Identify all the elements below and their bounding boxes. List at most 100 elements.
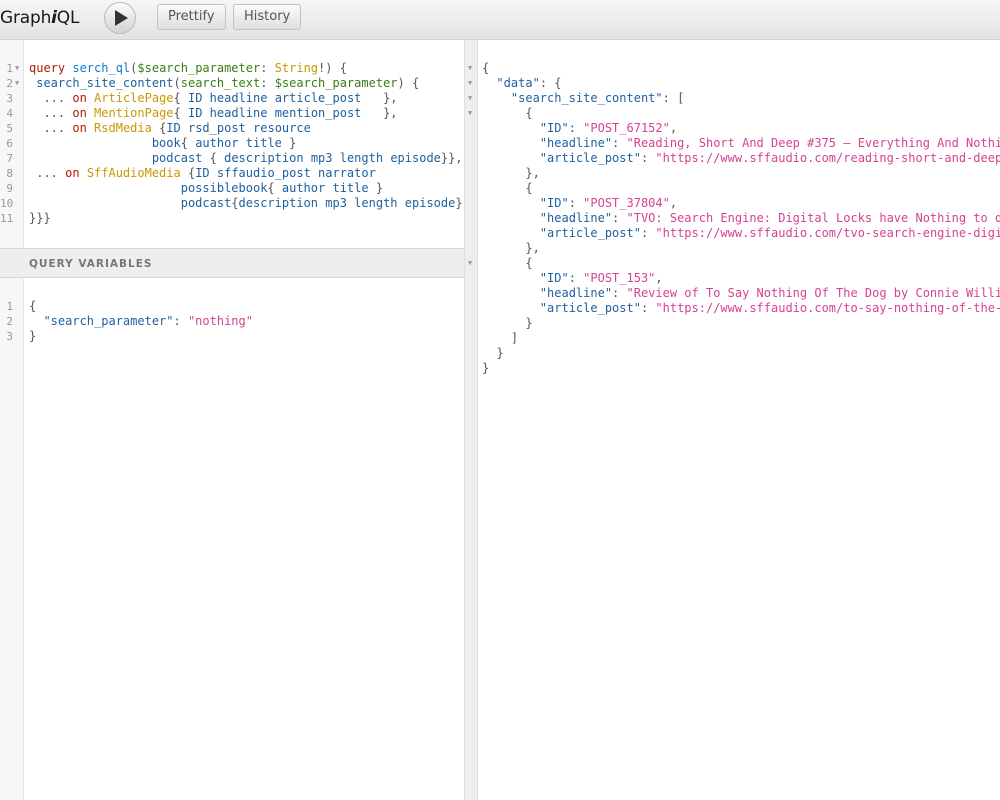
fold-arrow-icon[interactable]: ▼ <box>15 76 19 91</box>
query-variables-header[interactable]: QUERY VARIABLES <box>0 248 464 278</box>
code-token: : <box>612 286 627 300</box>
code-text: podcast { description mp3 length episode… <box>29 151 463 166</box>
variables-editor[interactable]: 1{2 "search_parameter": "nothing" 3} <box>0 299 465 344</box>
code-token: title <box>332 181 369 195</box>
fold-arrow-icon[interactable]: ▼ <box>468 259 472 267</box>
code-line: 2 ▼ search_site_content(search_text: $sea… <box>0 76 465 91</box>
line-number: 3 <box>6 92 13 105</box>
code-token: "ID" <box>539 121 569 135</box>
code-token: : <box>173 314 188 328</box>
query-editor[interactable]: 1 ▼ query serch_ql($search_parameter: Stri… <box>0 61 465 247</box>
code-token: { <box>29 299 37 313</box>
code-text: }}} <box>29 211 51 226</box>
code-token: "search_parameter" <box>43 314 174 328</box>
code-text: } <box>29 329 36 344</box>
line-number: 2 <box>6 77 13 90</box>
code-token: { <box>202 151 225 165</box>
code-token: , <box>669 196 678 210</box>
code-token: $search_parameter <box>137 61 261 75</box>
result-line: "article_post": "https://www.sffaudio.co… <box>482 226 1000 241</box>
fold-arrow-icon[interactable]: ▼ <box>468 79 472 87</box>
code-token: ID <box>187 91 203 105</box>
fold-arrow-icon[interactable]: ▼ <box>15 61 19 76</box>
code-token: !) { <box>318 61 347 75</box>
code-token: "headline" <box>539 136 613 150</box>
code-token: { <box>180 166 196 180</box>
result-line: }, <box>482 166 1000 181</box>
line-number: 2 <box>6 315 13 328</box>
fold-arrow-icon[interactable]: ▼ <box>468 109 472 117</box>
code-text: ... on MentionPage{ ID headline mention_… <box>29 106 397 121</box>
code-token: sffaudio_post <box>216 166 311 180</box>
result-viewer: { "data": { "search_site_content": [ { "… <box>482 61 1000 376</box>
code-token: }, <box>361 91 398 105</box>
code-token: : <box>260 61 275 75</box>
code-token: String <box>274 61 319 75</box>
code-token: ID <box>187 106 203 120</box>
code-token: book <box>151 136 181 150</box>
line-number: 8 <box>6 167 13 180</box>
result-line: ] <box>482 331 1000 346</box>
code-token: "POST_153" <box>583 271 656 285</box>
result-line: "headline": "Reading, Short And Deep #37… <box>482 136 1000 151</box>
code-token: : <box>260 76 275 90</box>
fold-arrow-icon[interactable]: ▼ <box>468 94 472 102</box>
line-number: 3 <box>6 330 13 343</box>
code-token: query <box>29 61 73 75</box>
code-token: "search_site_content" <box>510 91 663 105</box>
result-line: "article_post": "https://www.sffaudio.co… <box>482 301 1000 316</box>
code-token: length <box>339 151 384 165</box>
code-text: "search_parameter": "nothing" <box>29 314 253 329</box>
code-token: : <box>568 196 584 210</box>
code-token: ( <box>173 76 181 90</box>
code-text: book{ author title } <box>29 136 297 151</box>
code-token: "ID" <box>539 196 569 210</box>
code-token: RsdMedia <box>94 121 152 135</box>
code-token: episode <box>404 196 456 210</box>
code-token: "POST_37804" <box>583 196 670 210</box>
code-text: search_site_content(search_text: $search… <box>29 76 419 91</box>
execute-query-button[interactable] <box>104 2 136 34</box>
code-token: "data" <box>496 76 540 90</box>
query-variables-title: QUERY VARIABLES <box>29 258 153 270</box>
code-text: ... on ArticlePage{ ID headline article_… <box>29 91 398 106</box>
line-number: 1 <box>6 62 13 75</box>
code-token: } <box>455 196 463 210</box>
result-line: "headline": "TVO: Search Engine: Digital… <box>482 211 1000 226</box>
code-token: : <box>568 121 584 135</box>
code-token: { <box>173 91 188 105</box>
code-token: ID <box>195 166 210 180</box>
code-token: }, <box>482 166 540 180</box>
code-token: "headline" <box>539 211 613 225</box>
line-number: 4 <box>6 107 13 120</box>
code-token: } <box>482 346 504 360</box>
result-line: } <box>482 361 1000 376</box>
code-token: resource <box>253 121 311 135</box>
history-button[interactable]: History <box>233 4 302 30</box>
result-line: { <box>482 181 1000 196</box>
fold-arrow-icon[interactable]: ▼ <box>468 64 472 72</box>
code-line: 1{ <box>0 299 465 314</box>
prettify-button[interactable]: Prettify <box>157 4 226 30</box>
code-token: }}, <box>440 151 463 165</box>
code-line: 11}}} <box>0 211 465 226</box>
result-line: "search_site_content": [ <box>482 91 1000 106</box>
code-token: description <box>224 151 304 165</box>
code-text: ... on SffAudioMedia {ID sffaudio_post n… <box>29 166 376 181</box>
result-line: "ID": "POST_153", <box>482 271 1000 286</box>
code-token: "headline" <box>539 286 613 300</box>
code-token: headline <box>209 106 268 120</box>
